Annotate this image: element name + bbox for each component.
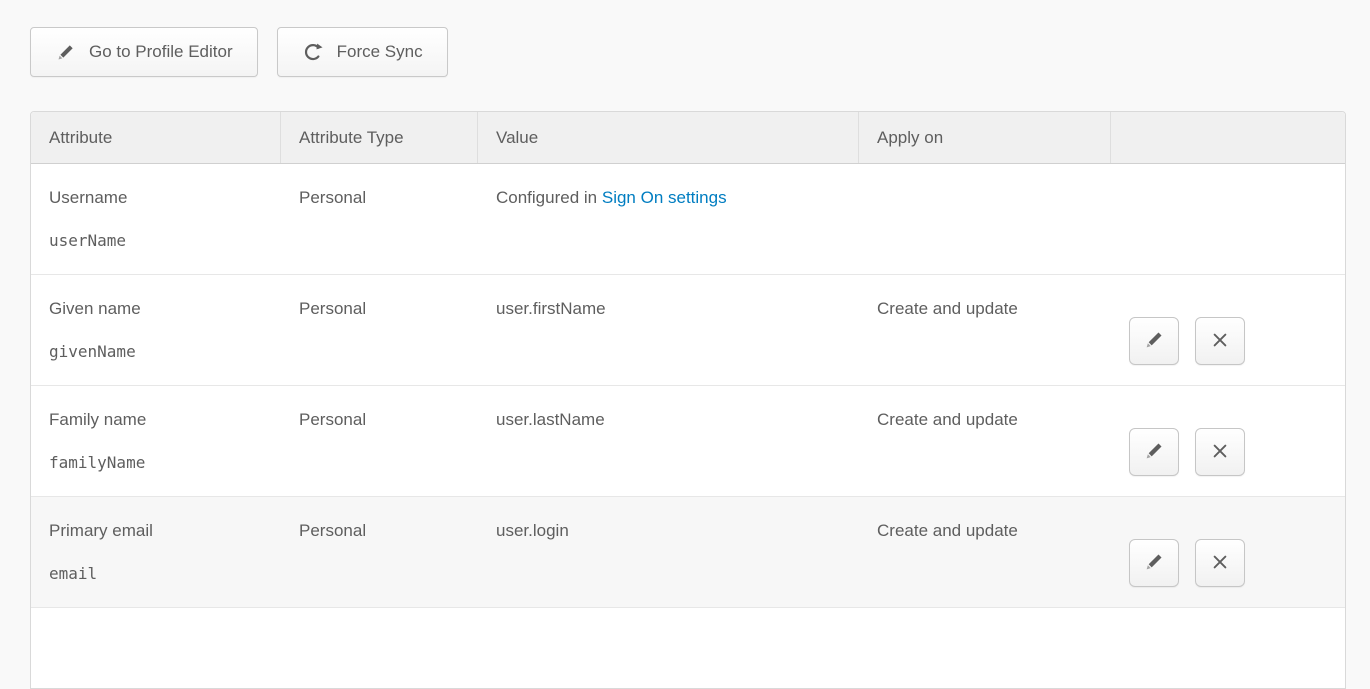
value-prefix-text: Configured in <box>496 188 597 207</box>
table-row-partial <box>31 608 1345 688</box>
value-expression: user.lastName <box>496 410 605 429</box>
attribute-display-name: Family name <box>49 409 263 431</box>
apply-on-text: Create and update <box>877 521 1018 540</box>
attribute-mappings-table: AttributeAttribute TypeValueApply on Use… <box>30 111 1346 689</box>
edit-attribute-button[interactable] <box>1129 428 1179 476</box>
row-actions <box>1129 298 1327 365</box>
attribute-type-text: Personal <box>299 410 366 429</box>
attribute-variable-name: email <box>49 563 263 585</box>
table-header-row: AttributeAttribute TypeValueApply on <box>31 112 1345 164</box>
remove-x-icon <box>1210 441 1230 464</box>
actions-cell <box>1111 164 1345 274</box>
attribute-type-cell: Personal <box>281 386 478 496</box>
actions-cell <box>1111 275 1345 385</box>
apply-on-text: Create and update <box>877 299 1018 318</box>
value-cell: user.firstName <box>478 275 859 385</box>
attribute-variable-name: givenName <box>49 341 263 363</box>
apply-on-text: Create and update <box>877 410 1018 429</box>
attribute-variable-name: userName <box>49 230 263 252</box>
sign-on-settings-link[interactable]: Sign On settings <box>602 188 727 207</box>
column-header-actions <box>1111 112 1345 163</box>
edit-pencil-icon <box>1143 329 1165 354</box>
attribute-variable-name: familyName <box>49 452 263 474</box>
table-row: Primary email email Personal user.login Crea… <box>31 497 1345 608</box>
attribute-cell: Primary email email <box>31 497 281 607</box>
attribute-type-text: Personal <box>299 299 366 318</box>
attribute-type-text: Personal <box>299 188 366 207</box>
row-actions <box>1129 409 1327 476</box>
attribute-display-name: Primary email <box>49 520 263 542</box>
column-header-attribute: Attribute <box>31 112 281 163</box>
table-row: Family name familyName Personal user.lastNa… <box>31 386 1345 497</box>
column-header-value: Value <box>478 112 859 163</box>
column-header-attribute-type: Attribute Type <box>281 112 478 163</box>
actions-cell <box>1111 497 1345 607</box>
apply-on-cell: Create and update <box>859 275 1111 385</box>
apply-on-cell: Create and update <box>859 386 1111 496</box>
toolbar: Go to Profile Editor Force Sync <box>30 27 448 77</box>
apply-on-cell <box>859 164 1111 274</box>
force-sync-button[interactable]: Force Sync <box>277 27 448 77</box>
edit-pencil-icon <box>1143 440 1165 465</box>
attribute-display-name: Given name <box>49 298 263 320</box>
pencil-icon <box>55 42 76 63</box>
table-row: Given name givenName Personal user.firstNam… <box>31 275 1345 386</box>
value-cell: user.lastName <box>478 386 859 496</box>
attribute-cell: Family name familyName <box>31 386 281 496</box>
attribute-type-cell: Personal <box>281 497 478 607</box>
attribute-type-text: Personal <box>299 521 366 540</box>
edit-pencil-icon <box>1143 551 1165 576</box>
remove-x-icon <box>1210 330 1230 353</box>
remove-attribute-button[interactable] <box>1195 428 1245 476</box>
actions-cell <box>1111 386 1345 496</box>
value-expression: user.login <box>496 521 569 540</box>
remove-attribute-button[interactable] <box>1195 317 1245 365</box>
remove-attribute-button[interactable] <box>1195 539 1245 587</box>
row-actions <box>1129 520 1327 587</box>
value-expression: user.firstName <box>496 299 606 318</box>
edit-attribute-button[interactable] <box>1129 539 1179 587</box>
value-cell: Configured in Sign On settings <box>478 164 859 274</box>
attribute-display-name: Username <box>49 187 263 209</box>
go-to-profile-editor-label: Go to Profile Editor <box>89 42 233 62</box>
table-body: Username userName Personal Configured in Si… <box>31 164 1345 608</box>
edit-attribute-button[interactable] <box>1129 317 1179 365</box>
remove-x-icon <box>1210 552 1230 575</box>
value-cell: user.login <box>478 497 859 607</box>
attribute-type-cell: Personal <box>281 275 478 385</box>
attribute-cell: Username userName <box>31 164 281 274</box>
table-row: Username userName Personal Configured in Si… <box>31 164 1345 275</box>
refresh-icon <box>302 41 324 63</box>
attribute-cell: Given name givenName <box>31 275 281 385</box>
column-header-apply-on: Apply on <box>859 112 1111 163</box>
force-sync-label: Force Sync <box>337 42 423 62</box>
go-to-profile-editor-button[interactable]: Go to Profile Editor <box>30 27 258 77</box>
attribute-type-cell: Personal <box>281 164 478 274</box>
apply-on-cell: Create and update <box>859 497 1111 607</box>
